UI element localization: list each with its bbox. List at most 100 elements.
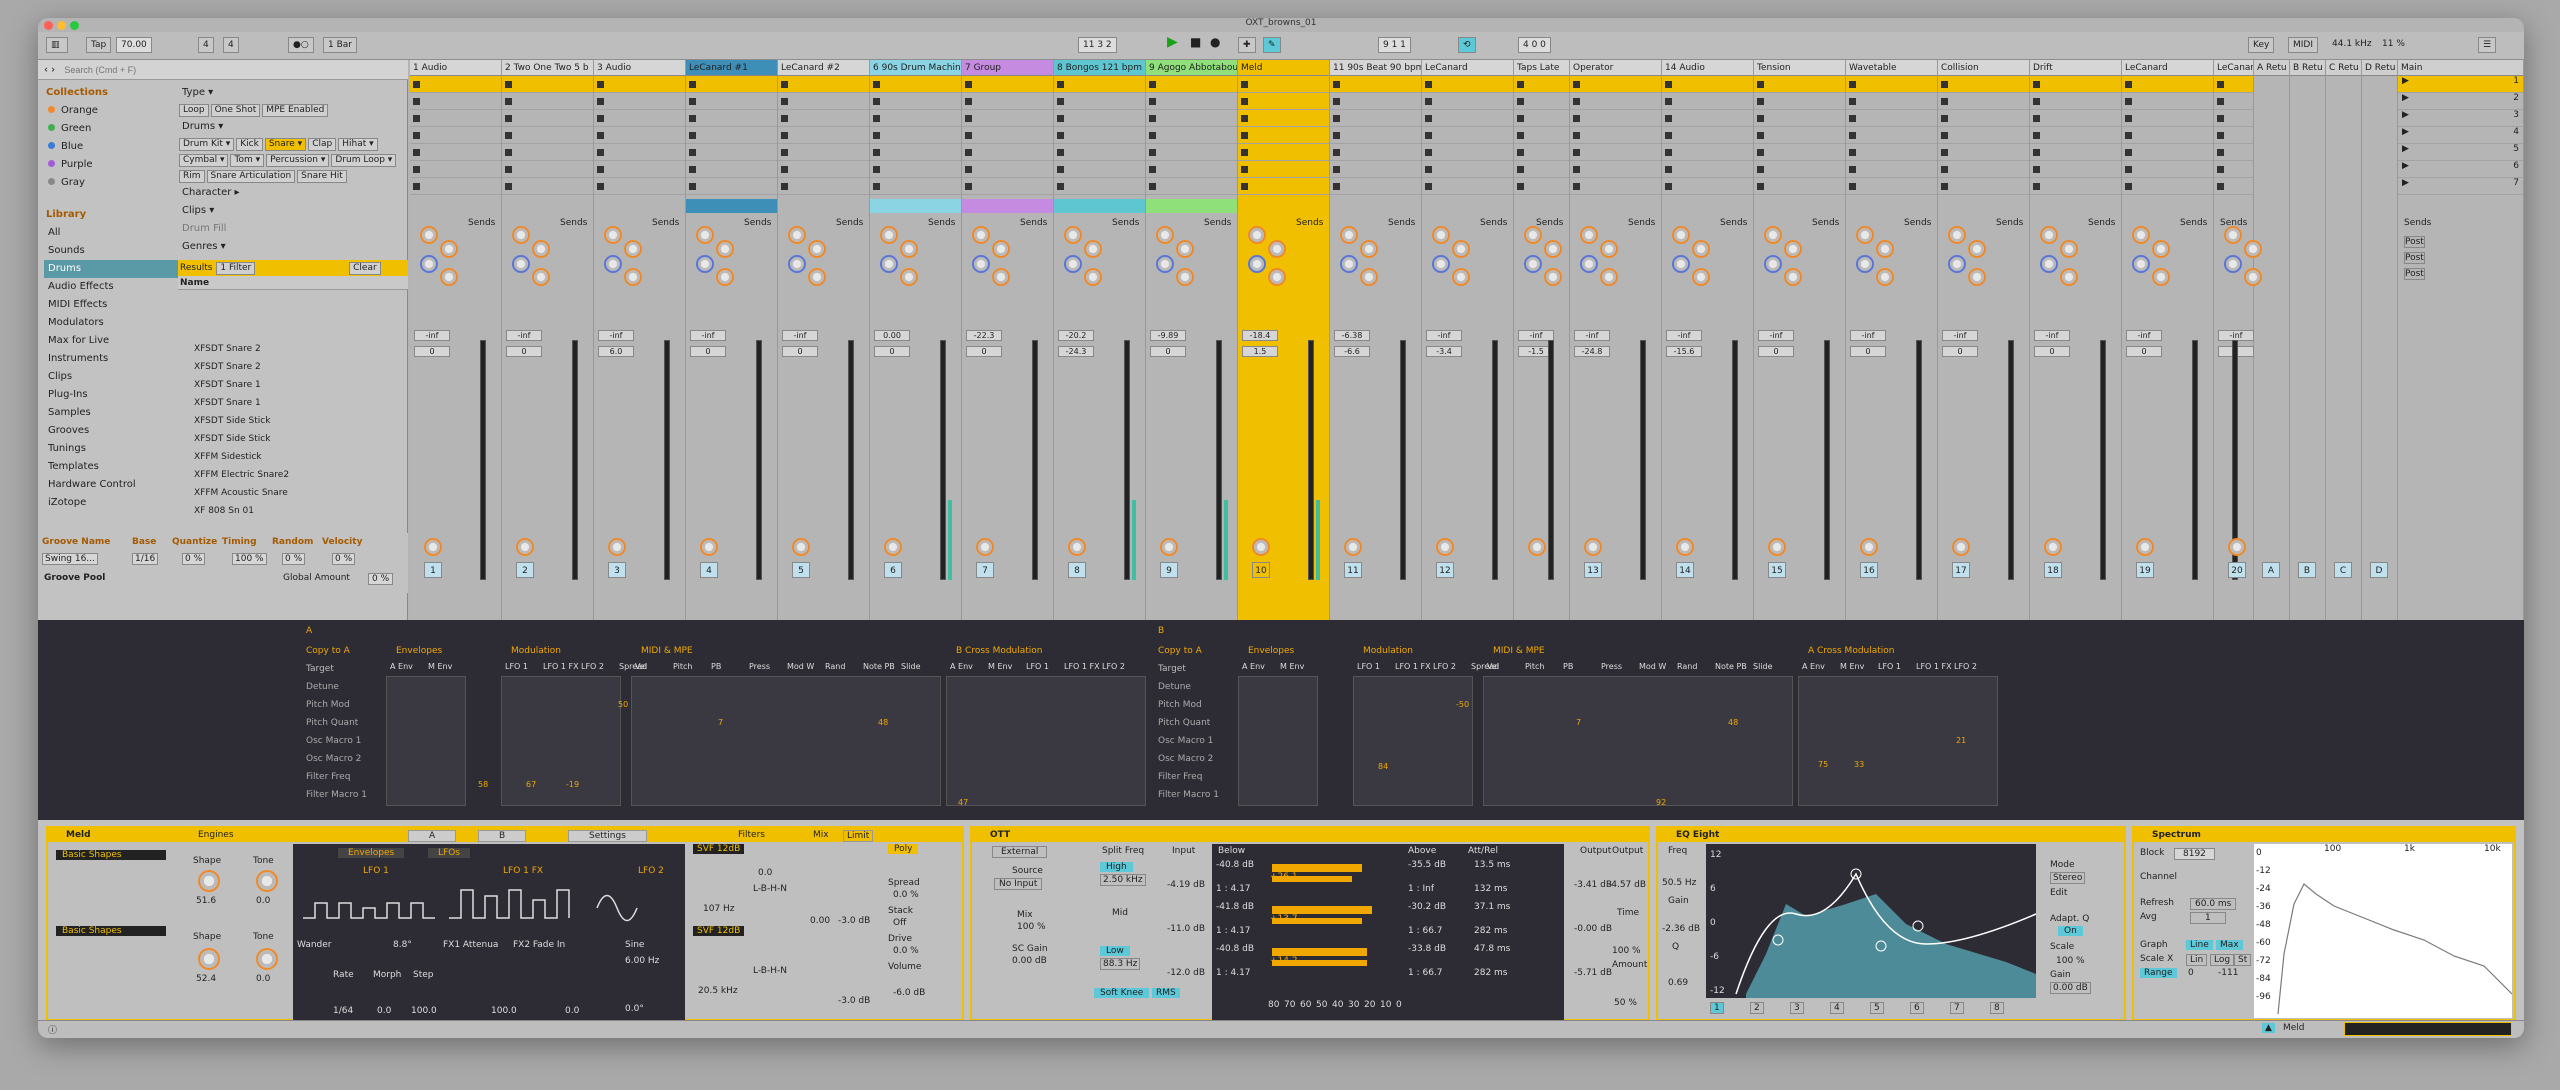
send-knob[interactable] bbox=[696, 226, 714, 244]
return-number-button[interactable]: C bbox=[2334, 562, 2352, 578]
send-knob[interactable] bbox=[1524, 226, 1542, 244]
clip-slot[interactable] bbox=[594, 93, 685, 110]
clip-slot[interactable] bbox=[778, 178, 869, 195]
clip-slot[interactable] bbox=[1846, 93, 1937, 110]
volume-fader[interactable] bbox=[1216, 340, 1222, 580]
track-number-button[interactable]: 6 bbox=[884, 562, 902, 578]
send-knob[interactable] bbox=[900, 240, 918, 258]
volume-field[interactable]: -inf bbox=[1942, 330, 1978, 341]
clip-slot[interactable] bbox=[686, 127, 777, 144]
eq-band-button[interactable]: 8 bbox=[1990, 1002, 2004, 1014]
clip-slot[interactable] bbox=[1754, 93, 1845, 110]
send-knob[interactable] bbox=[1672, 255, 1690, 273]
track-number-button[interactable]: 13 bbox=[1584, 562, 1602, 578]
volume-fader[interactable] bbox=[1400, 340, 1406, 580]
volume-field[interactable]: -inf bbox=[1758, 330, 1794, 341]
clip-slot[interactable] bbox=[410, 127, 501, 144]
clip-slot[interactable] bbox=[1754, 178, 1845, 195]
send-knob[interactable] bbox=[1360, 240, 1378, 258]
send-knob[interactable] bbox=[1340, 226, 1358, 244]
send-knob[interactable] bbox=[512, 226, 530, 244]
pan-knob[interactable] bbox=[1068, 538, 1086, 556]
volume-field[interactable]: -inf bbox=[1666, 330, 1702, 341]
clip-slot[interactable] bbox=[1938, 76, 2029, 93]
time-sig-denominator[interactable]: 4 bbox=[223, 37, 239, 53]
track-header[interactable]: 11 90s Beat 90 bpm bbox=[1330, 60, 1421, 76]
clip-slot[interactable] bbox=[1330, 93, 1421, 110]
clip-slot[interactable] bbox=[962, 93, 1053, 110]
track-header[interactable]: 3 Audio bbox=[594, 60, 685, 76]
track-header[interactable]: Drift bbox=[2030, 60, 2121, 76]
ott-attack[interactable]: 47.8 ms bbox=[1474, 944, 1510, 954]
clip-slot[interactable] bbox=[410, 76, 501, 93]
mm-a-copy-button[interactable]: Copy to A bbox=[306, 646, 350, 656]
ott-below-threshold[interactable]: -40.8 dB bbox=[1216, 944, 1254, 954]
clip-slot[interactable] bbox=[502, 161, 593, 178]
result-item[interactable]: XFSDT Snare 2 bbox=[178, 340, 408, 358]
clip-slot[interactable] bbox=[1330, 110, 1421, 127]
volume-field[interactable]: -20.2 bbox=[1058, 330, 1094, 341]
clip-slot[interactable] bbox=[2122, 76, 2213, 93]
pan-knob[interactable] bbox=[1584, 538, 1602, 556]
clip-slot[interactable] bbox=[594, 76, 685, 93]
drum-tag[interactable]: Drum Kit ▾ bbox=[179, 138, 235, 151]
volume-fader[interactable] bbox=[940, 340, 946, 580]
result-item[interactable]: XFFM Electric Snare2 bbox=[178, 466, 408, 484]
ott-release[interactable]: 282 ms bbox=[1474, 926, 1508, 936]
clip-slot[interactable] bbox=[1570, 161, 1661, 178]
track-header[interactable]: LeCanard #1 bbox=[686, 60, 777, 76]
avg-value[interactable]: 1 bbox=[2190, 912, 2226, 924]
pan-knob[interactable] bbox=[1768, 538, 1786, 556]
lfo2-phase[interactable]: 0.0° bbox=[625, 1004, 644, 1014]
midi-map-button[interactable]: MIDI bbox=[2288, 37, 2319, 53]
return-header[interactable]: A Retu bbox=[2254, 60, 2289, 76]
clip-slot[interactable] bbox=[1422, 127, 1513, 144]
clip-slot[interactable] bbox=[594, 144, 685, 161]
volume-fader[interactable] bbox=[1640, 340, 1646, 580]
return-number-button[interactable]: D bbox=[2370, 562, 2388, 578]
send-knob[interactable] bbox=[2060, 240, 2078, 258]
send-knob[interactable] bbox=[972, 255, 990, 273]
send-knob[interactable] bbox=[1580, 226, 1598, 244]
clip-slot[interactable] bbox=[1938, 127, 2029, 144]
clip-slot[interactable] bbox=[1662, 76, 1753, 93]
clip-slot[interactable] bbox=[2122, 93, 2213, 110]
pan-knob[interactable] bbox=[424, 538, 442, 556]
clip-slot[interactable] bbox=[1422, 144, 1513, 161]
send-knob[interactable] bbox=[532, 240, 550, 258]
main-header[interactable]: Main bbox=[2398, 60, 2523, 76]
global-amount-field[interactable]: 0 % bbox=[368, 573, 394, 585]
clip-slot[interactable] bbox=[1054, 161, 1145, 178]
graph-max-button[interactable]: Max bbox=[2216, 940, 2243, 950]
send-knob[interactable] bbox=[512, 255, 530, 273]
clip-slot[interactable] bbox=[1846, 178, 1937, 195]
send-knob[interactable] bbox=[604, 226, 622, 244]
zoom-window-button[interactable] bbox=[70, 21, 79, 30]
clip-slot[interactable] bbox=[502, 178, 593, 195]
track-number-button[interactable]: 18 bbox=[2044, 562, 2062, 578]
mm-b-value[interactable]: 33 bbox=[1854, 760, 1864, 769]
track-number-button[interactable]: 15 bbox=[1768, 562, 1786, 578]
lfo2-shape[interactable]: Sine bbox=[625, 940, 644, 950]
play-button[interactable]: ▶ bbox=[1163, 35, 1182, 51]
clip-slot[interactable] bbox=[410, 93, 501, 110]
send-knob[interactable] bbox=[2132, 226, 2150, 244]
eq-scale-value[interactable]: 100 % bbox=[2056, 956, 2085, 966]
send-knob[interactable] bbox=[788, 255, 806, 273]
scale-log-button[interactable]: Log bbox=[2210, 954, 2235, 966]
type-tag[interactable]: One Shot bbox=[210, 104, 261, 117]
clip-slot[interactable] bbox=[2214, 76, 2253, 93]
mm-b-value[interactable]: 84 bbox=[1378, 762, 1388, 771]
clip-slot[interactable] bbox=[1238, 110, 1329, 127]
clip-slot[interactable] bbox=[1938, 161, 2029, 178]
send-knob[interactable] bbox=[440, 240, 458, 258]
drum-tag[interactable]: Clap bbox=[308, 138, 337, 151]
result-item[interactable]: XFSDT Snare 2 bbox=[178, 358, 408, 376]
volume-fader[interactable] bbox=[1032, 340, 1038, 580]
clip-slot[interactable] bbox=[1514, 127, 1569, 144]
volume-fader[interactable] bbox=[664, 340, 670, 580]
mm-a-value[interactable]: 48 bbox=[878, 718, 888, 727]
clip-slot[interactable] bbox=[1662, 178, 1753, 195]
clip-slot[interactable] bbox=[1570, 93, 1661, 110]
clip-slot[interactable] bbox=[1514, 144, 1569, 161]
